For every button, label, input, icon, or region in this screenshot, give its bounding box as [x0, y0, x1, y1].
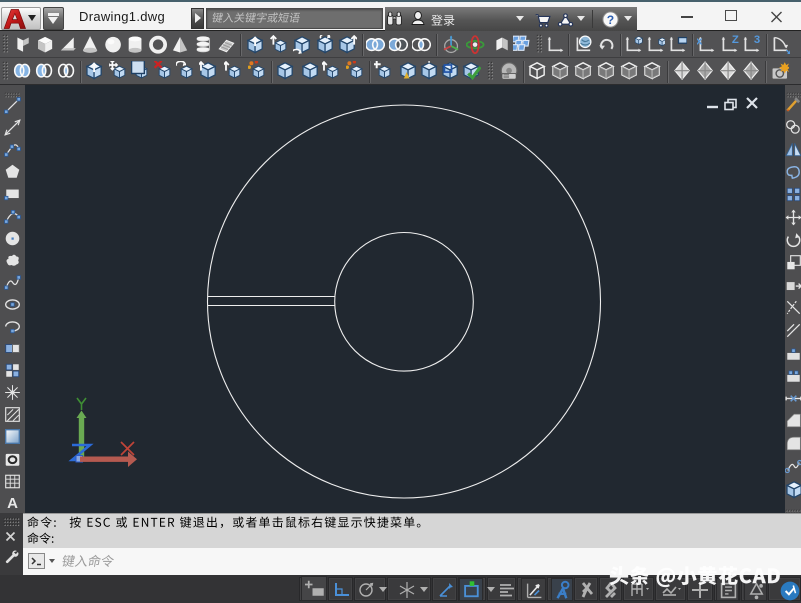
svg-text:x: x [697, 36, 703, 48]
svg-text:?: ? [607, 13, 614, 27]
svg-text:Z: Z [732, 35, 739, 46]
svg-text:3: 3 [754, 35, 760, 46]
svg-text:x: x [786, 47, 790, 54]
